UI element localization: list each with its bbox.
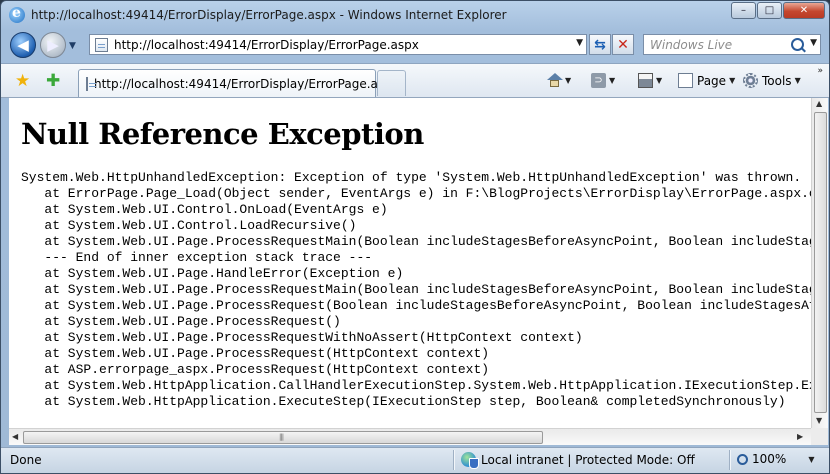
stack-trace-line: at System.Web.UI.Page.ProcessRequestWith…	[21, 330, 583, 345]
horizontal-scrollbar[interactable]: ◀ ||| ▶	[9, 428, 811, 445]
page-menu-dropdown: ▼	[729, 76, 736, 85]
search-icon[interactable]	[791, 38, 804, 51]
stack-trace: System.Web.HttpUnhandledException: Excep…	[21, 170, 811, 410]
feeds-icon: ⊃	[591, 73, 606, 88]
page-heading: Null Reference Exception	[21, 117, 424, 151]
stack-trace-line: at System.Web.UI.Page.ProcessRequest(Boo…	[44, 298, 811, 313]
horizontal-scroll-thumb[interactable]: |||	[23, 431, 543, 444]
security-zone[interactable]: Local intranet | Protected Mode: Off	[461, 452, 695, 469]
search-box: ▼	[643, 34, 821, 55]
vertical-scrollbar[interactable]: ▲ ▼	[811, 98, 828, 428]
stack-trace-line: at System.Web.UI.Control.LoadRecursive()	[21, 218, 357, 233]
print-dropdown[interactable]: ▼	[656, 76, 662, 85]
stack-trace-line: at System.Web.HttpApplication.ExecuteSte…	[21, 394, 786, 409]
page-icon	[95, 37, 108, 52]
address-text[interactable]: http://localhost:49414/ErrorDisplay/Erro…	[114, 38, 419, 52]
scroll-right-arrow-icon[interactable]: ▶	[797, 432, 803, 441]
window-title: http://localhost:49414/ErrorDisplay/Erro…	[31, 8, 507, 22]
maximize-button[interactable]: □	[757, 2, 782, 19]
scroll-down-arrow-icon[interactable]: ▼	[816, 416, 822, 425]
command-bar: ★ ✚ http://localhost:49414/ErrorDisplay/…	[1, 63, 829, 98]
stack-trace-line: at System.Web.UI.Page.ProcessRequestMain…	[44, 234, 811, 249]
home-icon	[547, 73, 563, 87]
close-button[interactable]: ✕	[783, 2, 825, 19]
tab-label: http://localhost:49414/ErrorDisplay/Erro…	[94, 76, 399, 91]
page-menu-label: Page	[697, 73, 727, 88]
stack-trace-line: at ASP.errorpage_aspx.ProcessRequest(Htt…	[21, 362, 490, 377]
status-separator	[729, 450, 731, 470]
page-menu-button[interactable]: Page ▼	[678, 73, 735, 88]
scroll-grip-icon: |||	[279, 433, 284, 441]
scroll-left-arrow-icon[interactable]: ◀	[12, 432, 18, 441]
stack-trace-line: --- End of inner exception stack trace -…	[21, 250, 373, 265]
new-tab-button[interactable]	[377, 70, 406, 96]
page-content: Null Reference Exception System.Web.Http…	[9, 98, 811, 428]
stack-trace-line: at System.Web.UI.Page.ProcessRequestMain…	[44, 282, 811, 297]
page-icon	[86, 76, 96, 91]
scroll-up-arrow-icon[interactable]: ▲	[816, 99, 822, 108]
printer-icon	[638, 73, 653, 88]
recent-pages-dropdown[interactable]: ▼	[69, 41, 76, 51]
back-button[interactable]: ◀	[10, 32, 36, 58]
browser-window: http://localhost:49414/ErrorDisplay/Erro…	[0, 0, 830, 474]
zoom-level: 100%	[752, 452, 787, 466]
gear-icon	[743, 73, 758, 88]
refresh-button[interactable]: ⇆	[589, 34, 611, 55]
stop-button[interactable]: ✕	[612, 34, 634, 55]
home-dropdown[interactable]: ▼	[565, 76, 571, 85]
search-provider-dropdown[interactable]: ▼	[810, 38, 817, 48]
stack-trace-line: System.Web.HttpUnhandledException: Excep…	[21, 170, 802, 185]
status-bar: Done Local intranet | Protected Mode: Of…	[1, 447, 829, 473]
stack-trace-line: at System.Web.UI.Page.ProcessRequest(Htt…	[21, 346, 490, 361]
favorites-center-icon[interactable]: ★	[15, 71, 30, 91]
stack-trace-line: at System.Web.UI.Control.OnLoad(EventArg…	[21, 202, 388, 217]
tools-menu-button[interactable]: Tools ▼	[743, 73, 801, 88]
minimize-button[interactable]: –	[731, 2, 756, 19]
stack-trace-line: at ErrorPage.Page_Load(Object sender, Ev…	[21, 186, 811, 201]
zoom-control[interactable]: 100% ▼	[737, 452, 814, 466]
zoom-icon	[737, 453, 748, 465]
add-to-favorites-icon[interactable]: ✚	[46, 71, 60, 91]
home-button[interactable]: ▼	[547, 73, 571, 87]
ie-logo-icon	[9, 5, 25, 23]
print-button[interactable]: ▼	[638, 73, 662, 88]
address-dropdown[interactable]: ▼	[576, 38, 583, 48]
feeds-dropdown[interactable]: ▼	[609, 76, 615, 85]
more-chevron-icon[interactable]: »	[817, 66, 823, 76]
tools-menu-dropdown: ▼	[794, 76, 801, 85]
zone-text: Local intranet | Protected Mode: Off	[481, 452, 695, 467]
scrollbar-corner	[811, 428, 828, 445]
vertical-scroll-thumb[interactable]	[814, 112, 827, 413]
stack-trace-line: at System.Web.UI.Page.ProcessRequest()	[21, 314, 341, 329]
status-separator	[453, 450, 455, 470]
status-text: Done	[10, 453, 42, 467]
zoom-dropdown[interactable]: ▼	[808, 455, 814, 464]
page-menu-icon	[678, 73, 693, 88]
address-bar[interactable]: http://localhost:49414/ErrorDisplay/Erro…	[89, 34, 587, 55]
search-input[interactable]	[648, 36, 792, 53]
forward-button[interactable]: ▶	[40, 32, 66, 58]
intranet-globe-icon	[461, 452, 479, 469]
stack-trace-line: at System.Web.HttpApplication.CallHandle…	[21, 378, 811, 393]
feeds-button[interactable]: ⊃ ▼	[591, 73, 615, 88]
tab-error-page[interactable]: http://localhost:49414/ErrorDisplay/Erro…	[78, 69, 399, 97]
stack-trace-line: at System.Web.UI.Page.HandleError(Except…	[21, 266, 404, 281]
window-controls: – □ ✕	[730, 2, 825, 19]
navigation-bar: ◀ ▶ ▼ http://localhost:49414/ErrorDispla…	[1, 29, 829, 63]
title-bar[interactable]: http://localhost:49414/ErrorDisplay/Erro…	[1, 1, 829, 29]
tools-menu-label: Tools	[762, 73, 792, 88]
